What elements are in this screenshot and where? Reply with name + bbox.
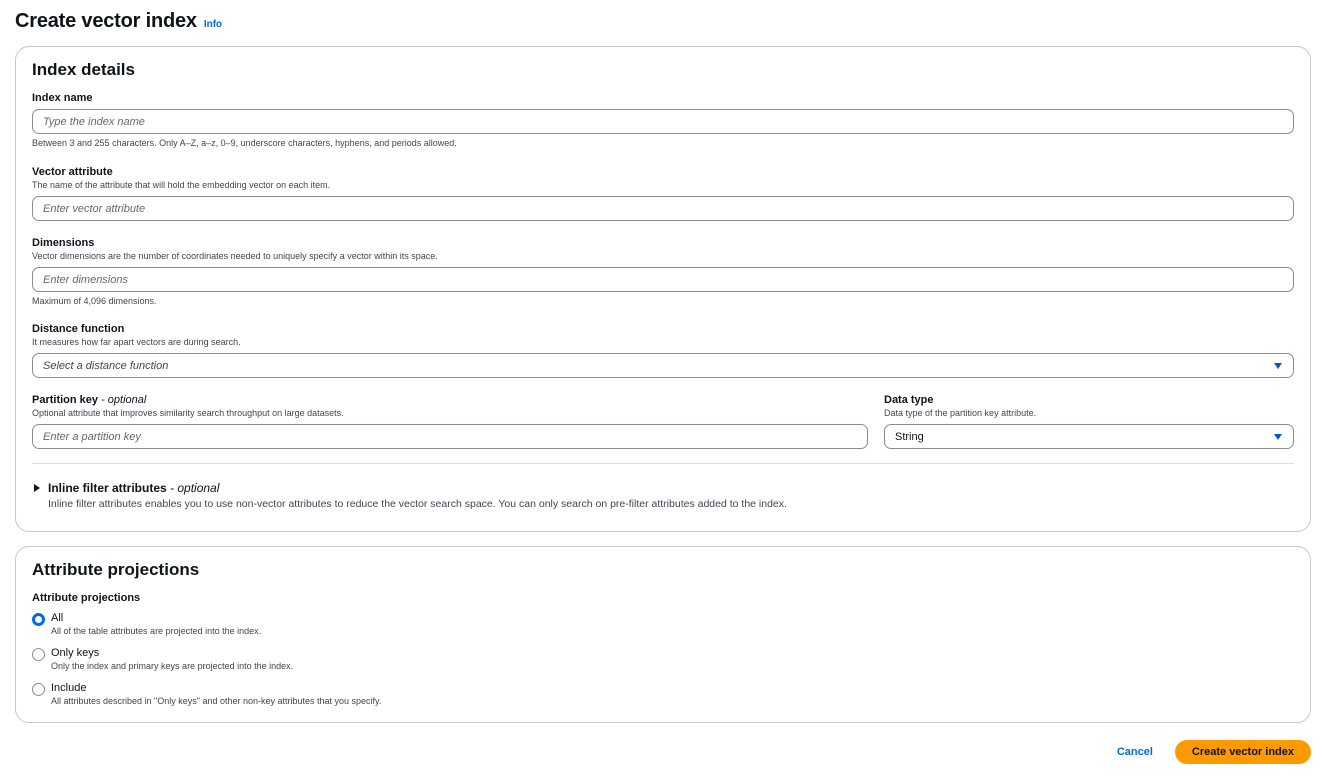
radio-label: Only keys bbox=[51, 647, 100, 659]
radio-button[interactable] bbox=[32, 648, 45, 661]
radio-description: Only the index and primary keys are proj… bbox=[51, 661, 294, 671]
attribute-projections-label: Attribute projections bbox=[32, 592, 141, 604]
caret-down-icon bbox=[1274, 363, 1282, 369]
radio-option-all[interactable]: All All of the table attributes are proj… bbox=[32, 611, 381, 646]
create-vector-index-page: Create vector index Info Index details I… bbox=[0, 0, 1322, 780]
distance-function-select[interactable]: Select a distance function bbox=[32, 353, 1294, 378]
radio-label: Include bbox=[51, 682, 87, 694]
index-details-title: Index details bbox=[32, 60, 135, 79]
dimensions-constraint: Maximum of 4,096 dimensions. bbox=[32, 296, 157, 306]
inline-filter-optional: - optional bbox=[166, 481, 220, 495]
dimensions-label: Dimensions bbox=[32, 237, 95, 249]
partition-key-description: Optional attribute that improves similar… bbox=[32, 408, 344, 418]
page-header: Create vector index Info bbox=[15, 10, 222, 33]
index-name-label-group: Index name bbox=[32, 91, 93, 105]
data-type-label-group: Data type Data type of the partition key… bbox=[884, 393, 1036, 419]
radio-option-only-keys[interactable]: Only keys Only the index and primary key… bbox=[32, 646, 381, 681]
partition-key-input[interactable] bbox=[32, 424, 868, 449]
attribute-projections-radio-group: All All of the table attributes are proj… bbox=[32, 611, 381, 716]
info-link[interactable]: Info bbox=[204, 19, 222, 30]
index-name-constraint: Between 3 and 255 characters. Only A–Z, … bbox=[32, 138, 457, 148]
radio-option-include[interactable]: Include All attributes described in "Onl… bbox=[32, 681, 381, 716]
attribute-projections-container: Attribute projections Attribute projecti… bbox=[15, 546, 1311, 723]
radio-text: Include All attributes described in "Onl… bbox=[51, 681, 381, 707]
page-title: Create vector index bbox=[15, 10, 197, 32]
radio-text: All All of the table attributes are proj… bbox=[51, 611, 261, 637]
radio-text: Only keys Only the index and primary key… bbox=[51, 646, 293, 672]
data-type-description: Data type of the partition key attribute… bbox=[884, 408, 1037, 418]
vector-attribute-label: Vector attribute bbox=[32, 166, 113, 178]
attribute-projections-title: Attribute projections bbox=[32, 560, 200, 579]
caret-down-icon bbox=[1274, 434, 1282, 440]
inline-filter-expander: Inline filter attributes - optional Inli… bbox=[34, 481, 787, 510]
vector-attribute-description: The name of the attribute that will hold… bbox=[32, 180, 331, 190]
vector-attribute-input[interactable] bbox=[32, 196, 1294, 221]
distance-function-description: It measures how far apart vectors are du… bbox=[32, 337, 241, 347]
index-name-label: Index name bbox=[32, 92, 93, 104]
partition-key-label: Partition key - optional bbox=[32, 394, 147, 406]
data-type-label: Data type bbox=[884, 394, 934, 406]
radio-label: All bbox=[51, 612, 64, 624]
dimensions-input[interactable] bbox=[32, 267, 1294, 292]
caret-right-icon bbox=[34, 484, 40, 492]
index-details-container: Index details Index name Between 3 and 2… bbox=[15, 46, 1311, 532]
inline-filter-title: Inline filter attributes - optional bbox=[48, 481, 220, 495]
inline-filter-description: Inline filter attributes enables you to … bbox=[48, 498, 787, 510]
data-type-value: String bbox=[895, 430, 924, 443]
cancel-button[interactable]: Cancel bbox=[1117, 746, 1153, 758]
radio-button[interactable] bbox=[32, 613, 45, 626]
distance-function-placeholder: Select a distance function bbox=[43, 359, 169, 372]
dimensions-description: Vector dimensions are the number of coor… bbox=[32, 251, 438, 261]
divider bbox=[32, 463, 1294, 464]
radio-description: All of the table attributes are projecte… bbox=[51, 626, 262, 636]
data-type-select[interactable]: String bbox=[884, 424, 1294, 449]
vector-attribute-label-group: Vector attribute The name of the attribu… bbox=[32, 165, 330, 191]
partition-key-optional: - optional bbox=[98, 394, 147, 406]
dimensions-label-group: Dimensions Vector dimensions are the num… bbox=[32, 236, 438, 262]
index-name-input[interactable] bbox=[32, 109, 1294, 134]
radio-button[interactable] bbox=[32, 683, 45, 696]
inline-filter-toggle[interactable]: Inline filter attributes - optional bbox=[34, 481, 787, 495]
partition-key-label-group: Partition key - optional Optional attrib… bbox=[32, 393, 344, 419]
form-footer: Cancel Create vector index bbox=[1117, 740, 1311, 764]
distance-function-label-group: Distance function It measures how far ap… bbox=[32, 322, 241, 348]
create-vector-index-button[interactable]: Create vector index bbox=[1174, 740, 1311, 764]
radio-description: All attributes described in "Only keys" … bbox=[51, 696, 382, 706]
distance-function-label: Distance function bbox=[32, 323, 125, 335]
